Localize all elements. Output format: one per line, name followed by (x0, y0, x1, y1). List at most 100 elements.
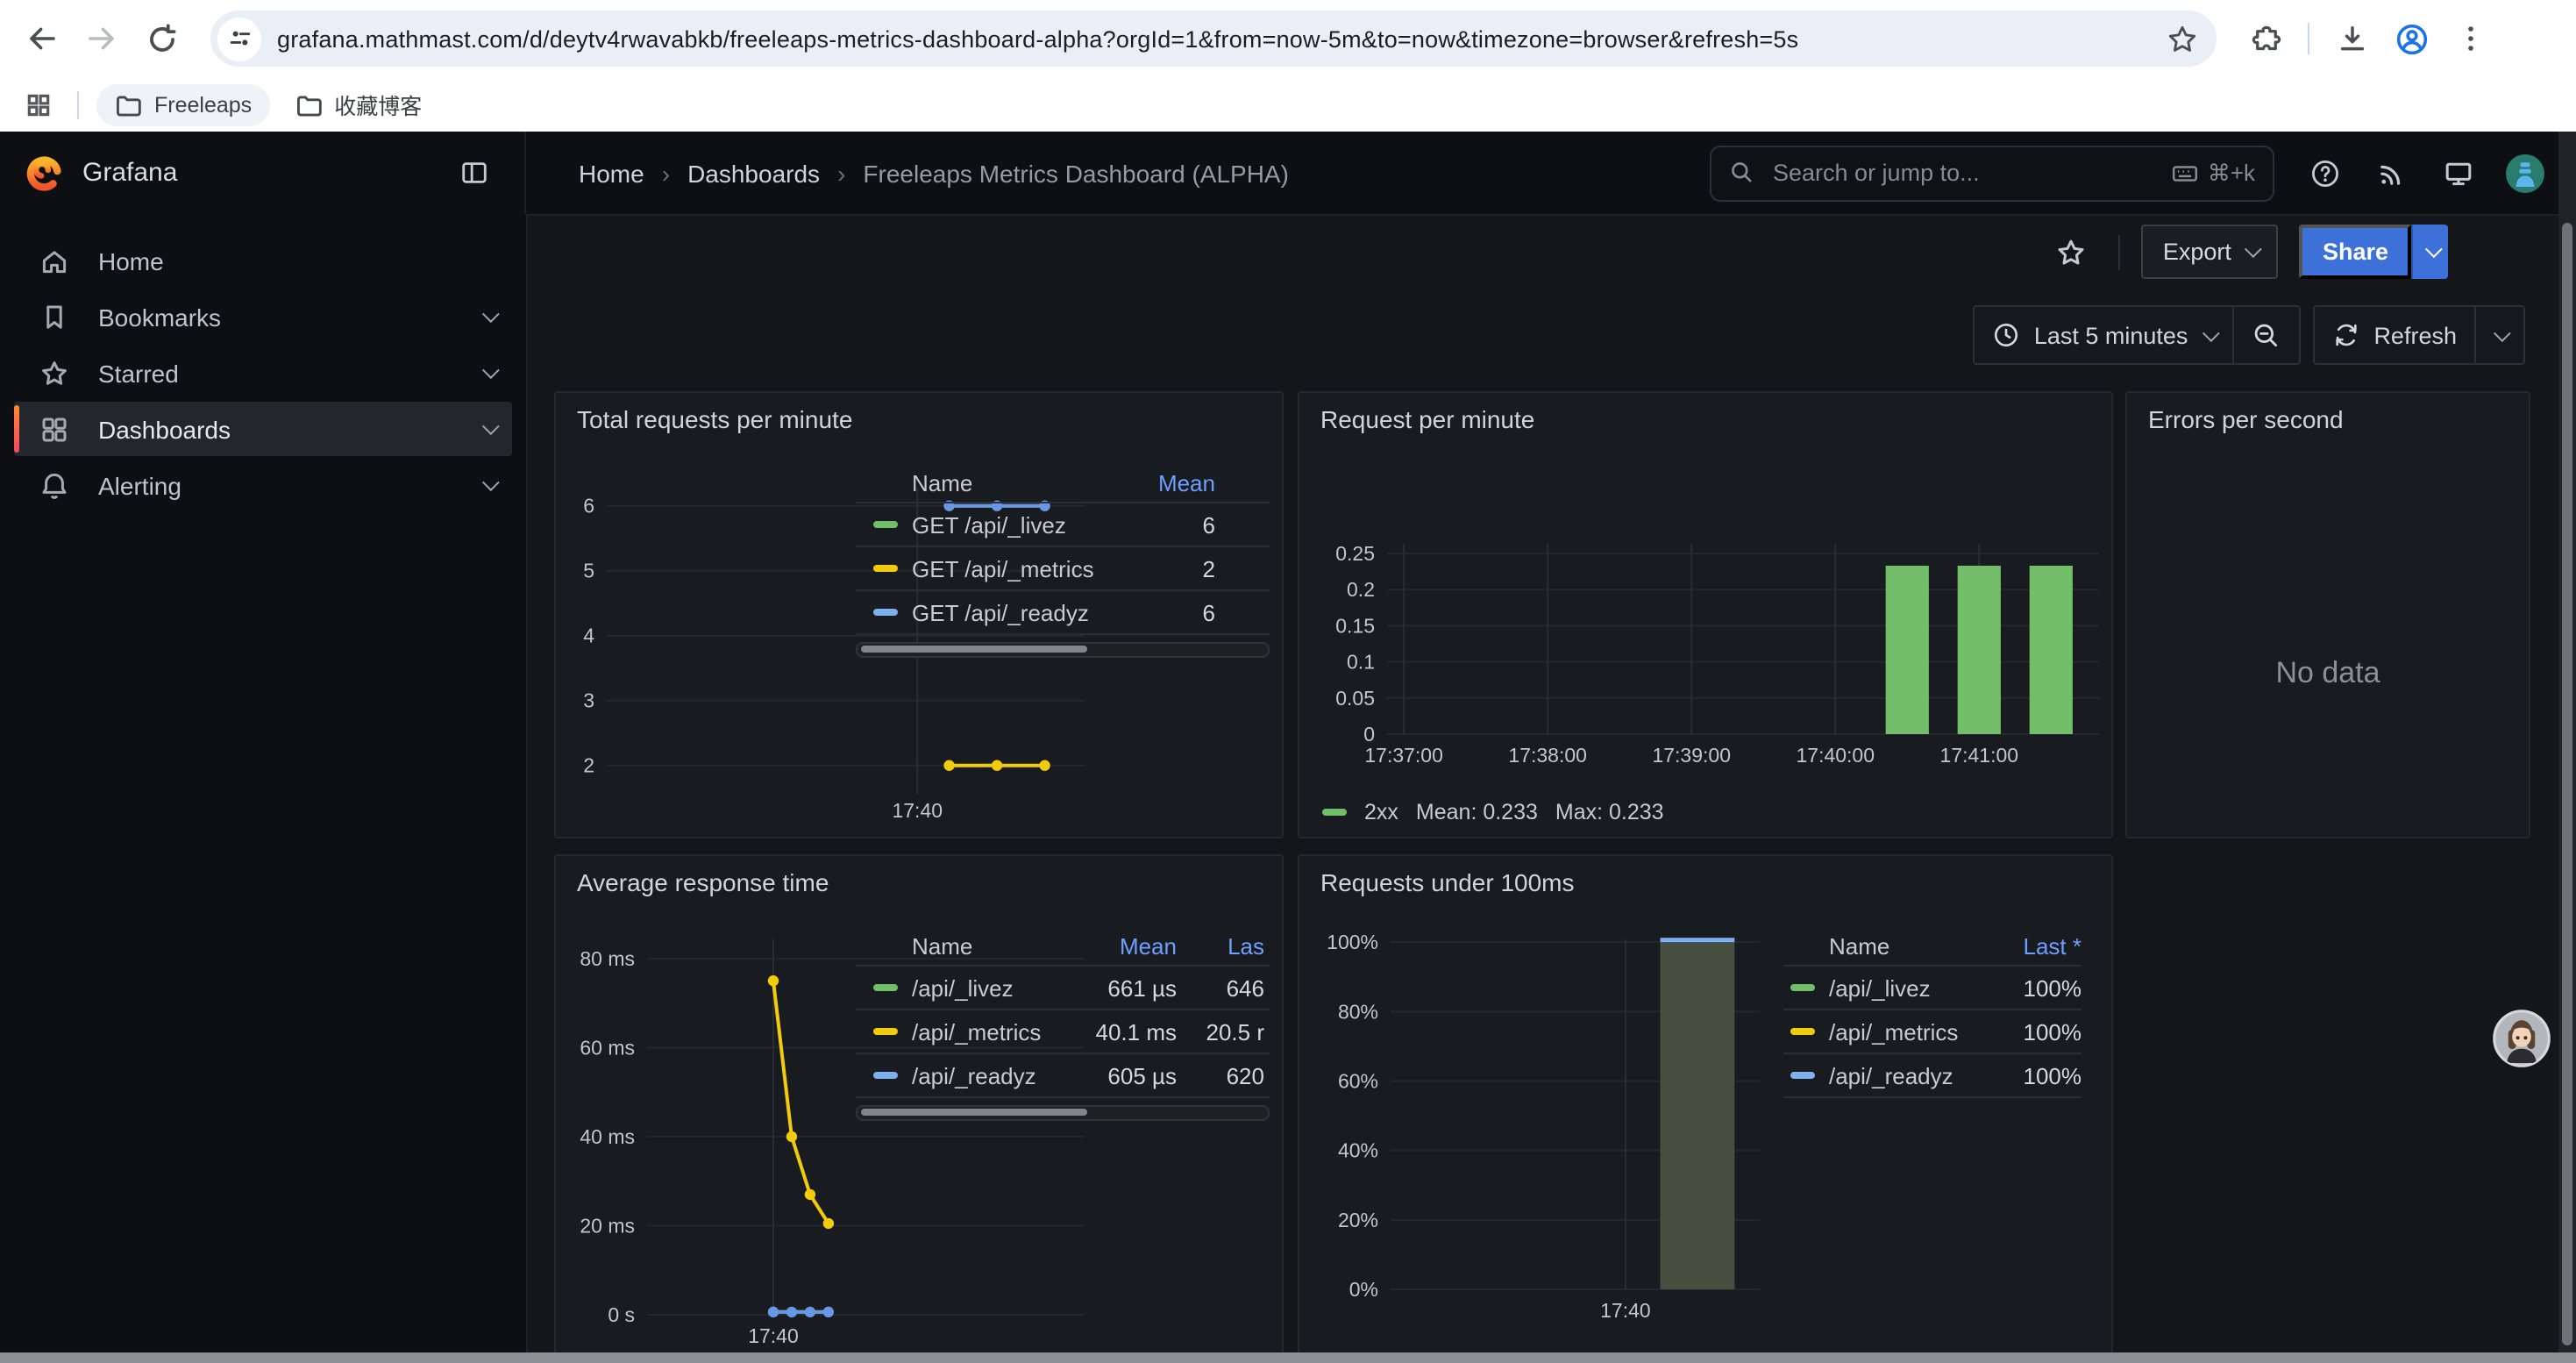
sidebar-item-bookmarks[interactable]: Bookmarks (14, 289, 512, 344)
svg-text:3: 3 (583, 689, 594, 712)
bell-icon (39, 469, 70, 501)
request-per-minute-chart[interactable]: 00.050.10.150.20.2517:37:0017:38:0017:39… (1299, 393, 2113, 838)
col-name[interactable]: Name (873, 932, 1071, 959)
panel-title[interactable]: Request per minute (1320, 405, 1534, 433)
share-menu-button[interactable] (2411, 225, 2448, 279)
col-mean[interactable]: Mean (1071, 932, 1177, 959)
sidebar-item-label: Home (98, 246, 495, 275)
vertical-scrollbar-thumb[interactable] (2562, 223, 2572, 1345)
svg-text:40%: 40% (1338, 1139, 1378, 1162)
series-color-pill (873, 1072, 898, 1080)
breadcrumb: Home › Dashboards › Freeleaps Metrics Da… (579, 159, 1289, 187)
user-avatar[interactable] (2499, 146, 2551, 199)
sidebar-item-alerting[interactable]: Alerting (14, 458, 512, 512)
legend-inline[interactable]: 2xx Mean: 0.233 Max: 0.233 (1322, 800, 1664, 824)
assistant-avatar[interactable] (2492, 1009, 2551, 1068)
series-name: /api/_readyz (1829, 1062, 1953, 1088)
time-range-picker[interactable]: Last 5 minutes (1975, 307, 2232, 363)
sidebar-item-home[interactable]: Home (14, 233, 512, 288)
refresh-icon (2331, 321, 2359, 349)
series-name: GET /api/_metrics (912, 555, 1094, 582)
breadcrumb-home[interactable]: Home (579, 159, 644, 187)
legend-scrollbar[interactable] (856, 1105, 1270, 1121)
export-button[interactable]: Export (2142, 225, 2279, 279)
legend-scrollbar-thumb[interactable] (861, 1109, 1086, 1115)
legend-table-header[interactable]: NameLast * (1783, 926, 2081, 967)
zoom-out-button[interactable] (2231, 307, 2298, 363)
panel-total-requests-per-minute: Total requests per minute 6543217:40 Nam… (554, 391, 1284, 838)
col-mean[interactable]: Mean (1110, 469, 1215, 496)
col-last[interactable]: Last * (1983, 932, 2081, 959)
dashboard-canvas: Total requests per minute 6543217:40 Nam… (526, 381, 2576, 1363)
extensions-icon[interactable] (2241, 14, 2290, 63)
divider (2119, 234, 2121, 269)
chevron-down-icon (482, 474, 500, 491)
breadcrumb-dashboards[interactable]: Dashboards (687, 159, 820, 187)
back-icon[interactable] (18, 14, 67, 63)
series-name[interactable]: 2xx (1364, 800, 1398, 824)
url-text[interactable]: grafana.mathmast.com/d/deytv4rwavabkb/fr… (277, 25, 2157, 52)
svg-text:20%: 20% (1338, 1209, 1378, 1231)
legend-table-row[interactable]: /api/_metrics40.1 ms20.5 r (856, 1010, 1270, 1054)
mega-menu-toggle-icon[interactable] (447, 146, 500, 199)
panel-title[interactable]: Errors per second (2148, 405, 2344, 433)
legend-table-row[interactable]: /api/_readyz 100% (1783, 1054, 2081, 1098)
search-box[interactable]: ⌘+k (1710, 145, 2274, 201)
legend-scrollbar[interactable] (856, 642, 1270, 658)
bookmark-star-icon[interactable] (2157, 14, 2206, 63)
legend-table-row[interactable]: GET /api/_readyz6 (856, 591, 1270, 635)
divider (2308, 23, 2309, 54)
svg-text:17:40: 17:40 (1600, 1299, 1651, 1322)
forward-icon[interactable] (77, 14, 126, 63)
legend-table-row[interactable]: /api/_readyz605 µs620 (856, 1054, 1270, 1098)
chevron-down-icon (2424, 240, 2442, 258)
grafana-app: Grafana Home › Dashboards › Freeleaps Me… (0, 132, 2576, 1363)
col-las[interactable]: Las (1177, 932, 1264, 959)
sidebar-item-dashboards[interactable]: Dashboards (14, 402, 512, 456)
grafana-logo[interactable] (25, 153, 65, 193)
panel-title[interactable]: Requests under 100ms (1320, 868, 1575, 896)
col-name[interactable]: Name (1790, 932, 1983, 959)
legend-table-row[interactable]: GET /api/_metrics2 (856, 547, 1270, 591)
url-bar[interactable]: grafana.mathmast.com/d/deytv4rwavabkb/fr… (210, 11, 2217, 67)
series-value: 100% (1983, 1018, 2081, 1045)
apps-grid-icon[interactable] (18, 80, 60, 129)
bookmark-folder-freeleaps[interactable]: Freeleaps (96, 83, 269, 125)
profile-icon[interactable] (2387, 14, 2436, 63)
series-name: GET /api/_readyz (912, 599, 1089, 625)
horizontal-scrollbar[interactable] (0, 1352, 2576, 1363)
legend-scrollbar-thumb[interactable] (861, 646, 1086, 652)
help-icon[interactable] (2299, 146, 2352, 199)
favorite-star-icon[interactable] (2046, 225, 2098, 278)
panel-title[interactable]: Average response time (577, 868, 829, 896)
legend-table-row[interactable]: /api/_livez661 µs646 (856, 967, 1270, 1010)
reload-icon[interactable] (137, 14, 186, 63)
panel-request-per-minute: Request per minute 00.050.10.150.20.2517… (1298, 391, 2113, 838)
legend-table-row[interactable]: /api/_livez100% (1783, 967, 2081, 1010)
legend-table-row[interactable]: /api/_metrics100% (1783, 1010, 2081, 1054)
tv-mode-icon[interactable] (2432, 146, 2485, 199)
svg-text:17:41:00: 17:41:00 (1940, 744, 2019, 767)
share-button[interactable]: Share (2300, 225, 2411, 279)
bookmark-label: 收藏博客 (334, 88, 422, 121)
news-rss-icon[interactable] (2366, 146, 2418, 199)
series-color-pill (873, 521, 898, 529)
site-settings-icon[interactable] (217, 17, 261, 61)
bookmark-folder-blogs[interactable]: 收藏博客 (276, 83, 439, 125)
panel-title[interactable]: Total requests per minute (577, 405, 852, 433)
legend-table-header[interactable]: NameMean (856, 463, 1270, 503)
downloads-icon[interactable] (2327, 14, 2376, 63)
refresh-interval-button[interactable] (2474, 307, 2523, 363)
menu-kebab-icon[interactable] (2446, 14, 2495, 63)
series-color-pill (1790, 984, 1815, 992)
refresh-button[interactable]: Refresh (2314, 307, 2474, 363)
col-name[interactable]: Name (873, 469, 1110, 496)
legend-table-header[interactable]: NameMeanLas (856, 926, 1270, 967)
chevron-down-icon (482, 417, 500, 435)
legend-table-row[interactable]: GET /api/_livez6 (856, 503, 1270, 547)
panel-errors-per-second: Errors per second No data (2125, 391, 2530, 838)
sidebar-item-starred[interactable]: Starred (14, 346, 512, 400)
grafana-header: Grafana Home › Dashboards › Freeleaps Me… (0, 132, 2576, 216)
search-input[interactable] (1769, 158, 2157, 188)
series-value: 100% (1983, 1062, 2081, 1088)
